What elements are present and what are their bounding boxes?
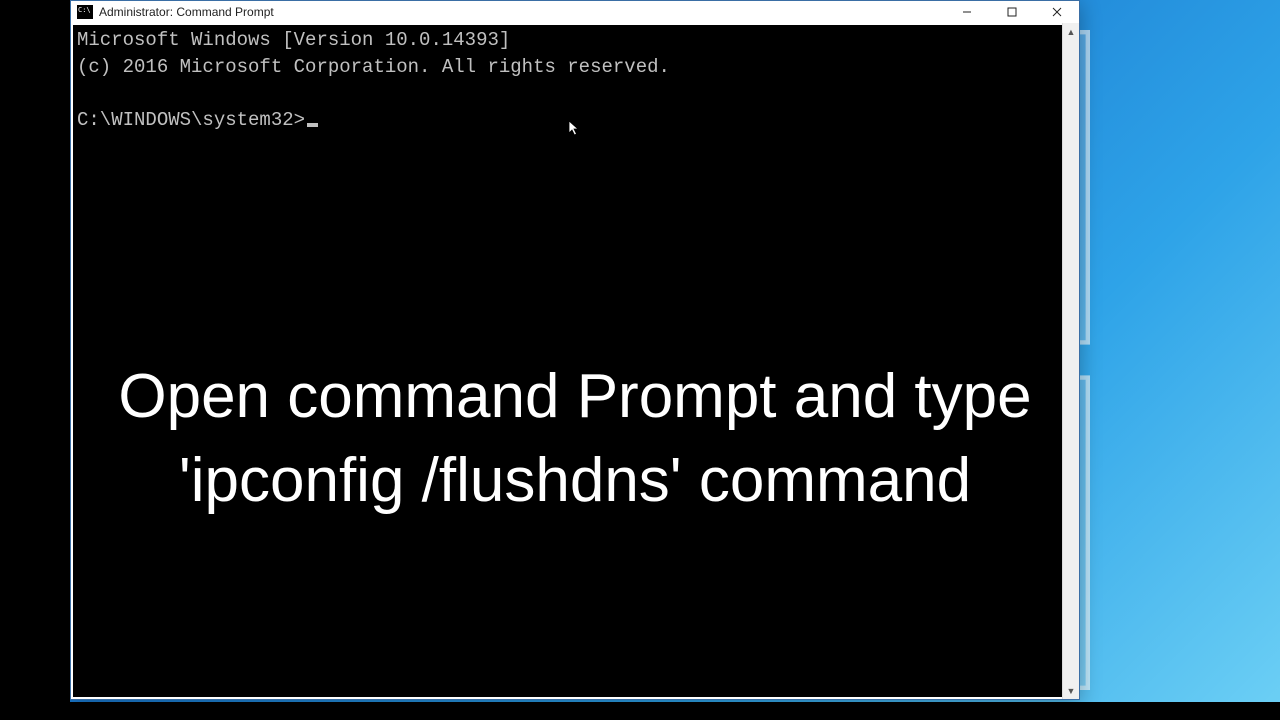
minimize-button[interactable] bbox=[944, 1, 989, 23]
mouse-cursor-icon bbox=[477, 93, 489, 111]
letterbox-bottom bbox=[0, 702, 1280, 720]
letterbox-left bbox=[0, 0, 70, 720]
window-title: Administrator: Command Prompt bbox=[99, 5, 274, 19]
close-button[interactable] bbox=[1034, 1, 1079, 23]
console-line: Microsoft Windows [Version 10.0.14393] bbox=[77, 29, 510, 51]
scroll-track[interactable] bbox=[1063, 40, 1079, 682]
cmd-window: Administrator: Command Prompt Microsoft … bbox=[70, 0, 1080, 700]
text-cursor bbox=[307, 123, 318, 127]
maximize-button[interactable] bbox=[989, 1, 1034, 23]
console-line: (c) 2016 Microsoft Corporation. All righ… bbox=[77, 56, 670, 78]
console-prompt: C:\WINDOWS\system32> bbox=[77, 109, 305, 131]
cmd-icon bbox=[77, 5, 93, 19]
console-output[interactable]: Microsoft Windows [Version 10.0.14393] (… bbox=[71, 23, 1062, 699]
vertical-scrollbar[interactable]: ▲ ▼ bbox=[1062, 23, 1079, 699]
titlebar[interactable]: Administrator: Command Prompt bbox=[71, 1, 1079, 23]
scroll-down-button[interactable]: ▼ bbox=[1063, 682, 1079, 699]
scroll-up-button[interactable]: ▲ bbox=[1063, 23, 1079, 40]
